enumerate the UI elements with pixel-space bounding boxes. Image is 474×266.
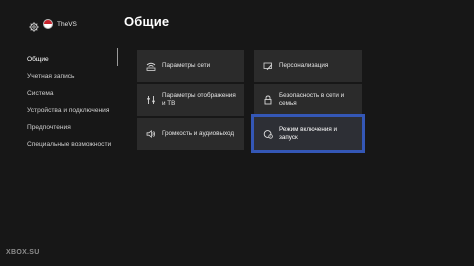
sidebar-item-label: Система bbox=[27, 90, 54, 97]
sidebar-selection-indicator bbox=[117, 48, 118, 66]
tile-display-settings[interactable]: Параметры отображения и ТВ bbox=[137, 84, 244, 116]
page-title: Общие bbox=[124, 14, 170, 29]
xbox-settings-screen: TheVS Общие Учетная запись Система Устро… bbox=[0, 0, 474, 266]
tile-label: Режим включения и запуск bbox=[279, 125, 338, 141]
lock-icon bbox=[264, 95, 272, 105]
sidebar-item-system[interactable]: Система bbox=[0, 85, 118, 102]
display-icon bbox=[147, 96, 155, 104]
sidebar-item-label: Устройства и подключения bbox=[27, 107, 110, 114]
speaker-icon bbox=[146, 129, 155, 139]
tile-online-safety-family[interactable]: Безопасность в сети и семья bbox=[254, 84, 362, 116]
gamertag: TheVS bbox=[57, 20, 77, 28]
tile-volume-audio[interactable]: Громкость и аудиовыход bbox=[137, 118, 244, 150]
sidebar-item-preferences[interactable]: Предпочтения bbox=[0, 119, 118, 136]
sidebar-item-label: Общие bbox=[27, 56, 49, 63]
tile-personalization[interactable]: Персонализация bbox=[254, 50, 362, 82]
network-icon bbox=[146, 62, 156, 71]
sidebar-item-label: Специальные возможности bbox=[27, 141, 112, 148]
sidebar-item-accessibility[interactable]: Специальные возможности bbox=[0, 136, 118, 153]
tile-network-settings[interactable]: Параметры сети bbox=[137, 50, 244, 82]
personalization-icon bbox=[263, 62, 273, 71]
power-icon bbox=[263, 129, 273, 139]
tile-label: Персонализация bbox=[279, 62, 329, 69]
sidebar-item-general[interactable]: Общие bbox=[0, 51, 118, 68]
tile-label: Безопасность в сети и семья bbox=[279, 92, 345, 107]
avatar[interactable] bbox=[43, 19, 53, 29]
gear-icon[interactable] bbox=[29, 19, 39, 32]
sidebar-item-label: Учетная запись bbox=[27, 73, 75, 80]
tile-label: Громкость и аудиовыход bbox=[162, 130, 235, 137]
sidebar-item-account[interactable]: Учетная запись bbox=[0, 68, 118, 85]
tile-label: Параметры отображения и ТВ bbox=[162, 92, 236, 107]
sidebar-item-devices[interactable]: Устройства и подключения bbox=[0, 102, 118, 119]
sidebar-item-label: Предпочтения bbox=[27, 124, 71, 131]
tile-label: Параметры сети bbox=[162, 62, 211, 69]
profile-header: TheVS bbox=[29, 17, 77, 32]
watermark: XBOX.SU bbox=[6, 249, 40, 256]
tile-power-mode-startup[interactable]: Режим включения и запуск bbox=[251, 114, 365, 153]
sidebar: Общие Учетная запись Система Устройства … bbox=[0, 51, 118, 153]
